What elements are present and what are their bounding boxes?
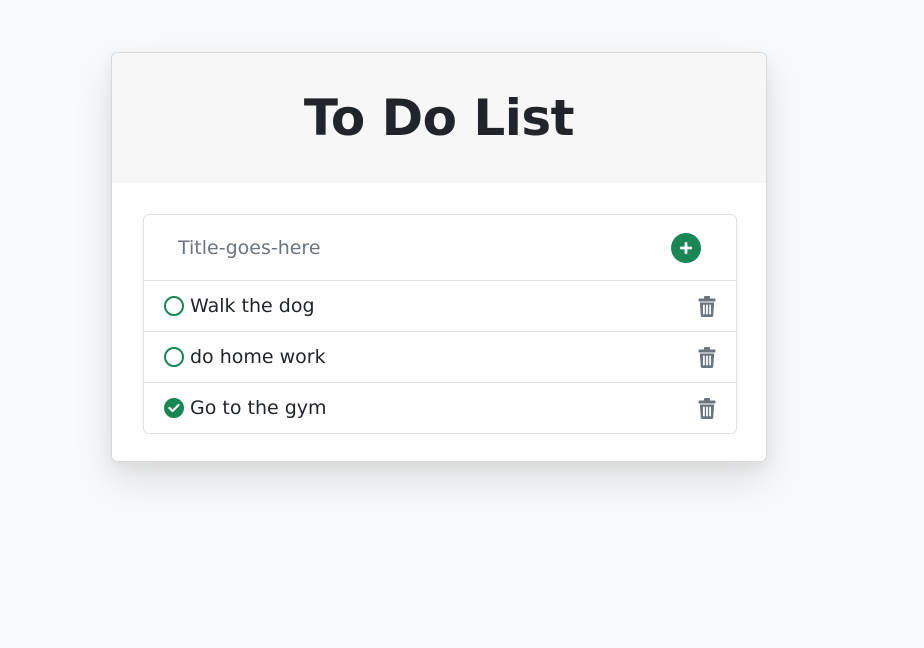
circle-icon[interactable] xyxy=(164,347,184,367)
new-todo-row xyxy=(144,215,736,281)
circle-icon[interactable] xyxy=(164,296,184,316)
card-header: To Do List xyxy=(112,53,766,183)
check-circle-icon[interactable] xyxy=(164,398,184,418)
trash-icon[interactable] xyxy=(697,397,717,419)
todo-text: Walk the dog xyxy=(190,295,315,317)
trash-icon[interactable] xyxy=(697,346,717,368)
add-todo-button[interactable] xyxy=(671,232,701,263)
todo-item: Walk the dog xyxy=(144,281,736,332)
todo-list: Walk the dog do home work xyxy=(143,214,737,434)
todo-text: Go to the gym xyxy=(190,397,327,419)
plus-icon xyxy=(680,241,692,254)
trash-icon[interactable] xyxy=(697,295,717,317)
title-input[interactable] xyxy=(178,236,671,259)
todo-item: Go to the gym xyxy=(144,383,736,433)
todo-text: do home work xyxy=(190,346,326,368)
todo-item: do home work xyxy=(144,332,736,383)
page-title: To Do List xyxy=(303,89,575,147)
todo-card: To Do List Walk the dog xyxy=(111,52,767,462)
